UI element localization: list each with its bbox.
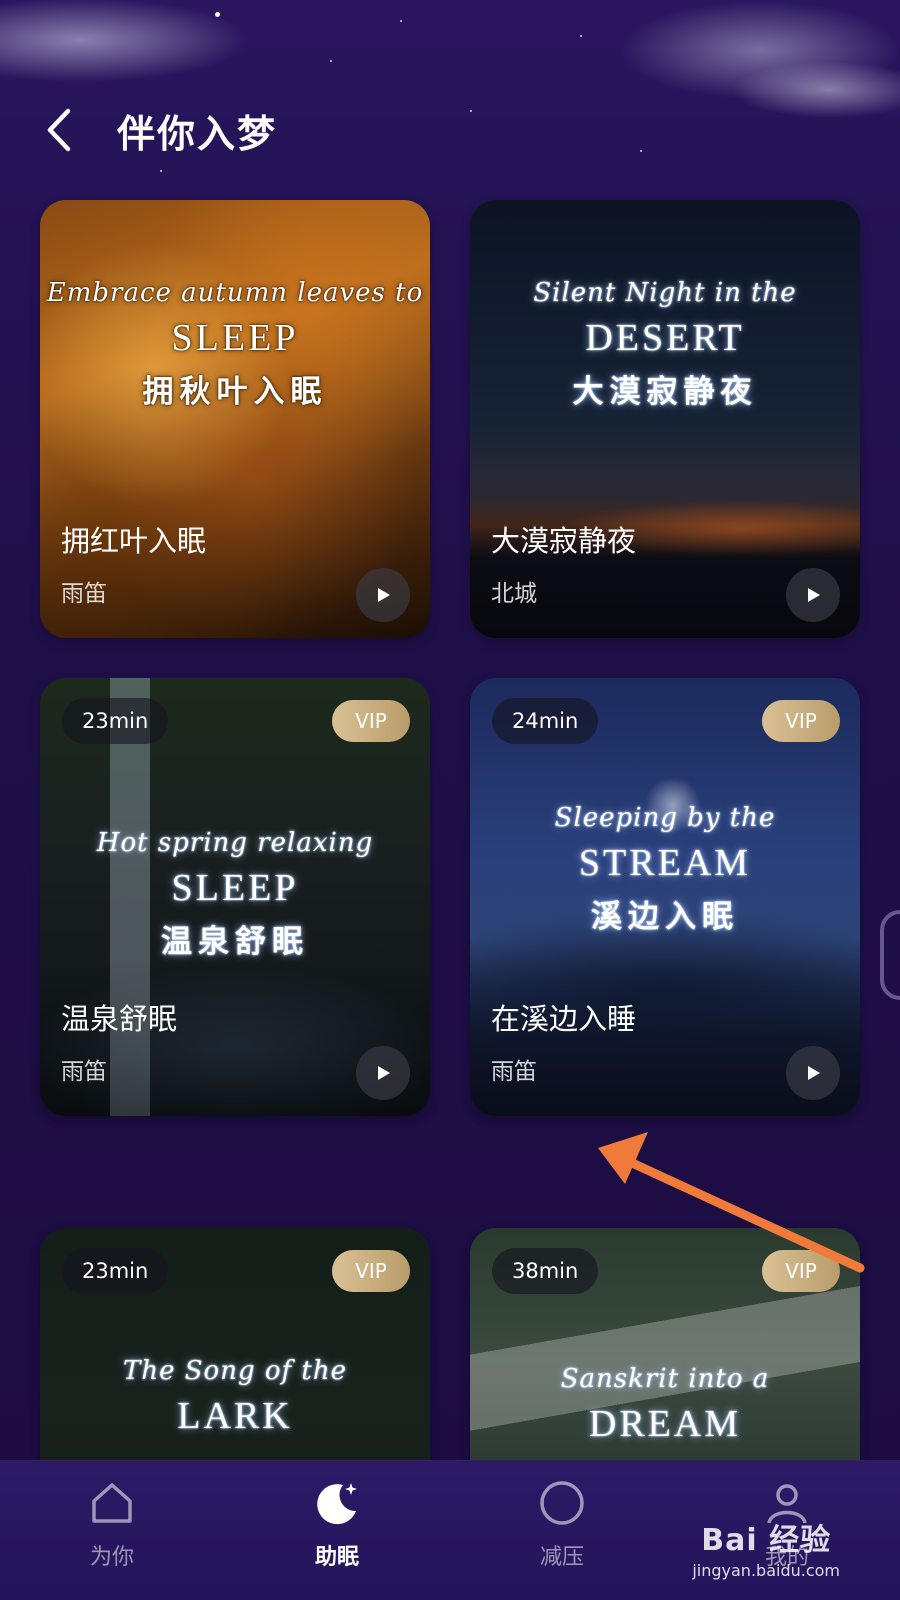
- cover-poster: Sleeping by the STREAM 溪边入眠: [470, 803, 860, 936]
- header: 伴你入梦: [0, 95, 900, 165]
- track-title: 拥红叶入眠: [61, 524, 207, 558]
- star: [330, 60, 332, 62]
- play-icon: [378, 1066, 390, 1080]
- poster-chinese-text: 温泉舒眠: [161, 924, 309, 960]
- tab-label: 助眠: [314, 1545, 359, 1570]
- track-card[interactable]: Silent Night in the DESERT 大漠寂静夜 大漠寂静夜 北…: [470, 200, 860, 638]
- watermark: Bai 经验 jingyan.baidu.com: [692, 1515, 840, 1580]
- play-button[interactable]: [356, 568, 410, 622]
- track-title: 大漠寂静夜: [491, 524, 637, 558]
- tab-stress-relief[interactable]: 减压: [502, 1479, 622, 1571]
- watermark-url: jingyan.baidu.com: [692, 1561, 840, 1580]
- play-icon: [808, 1066, 820, 1080]
- duration-badge: 23min: [62, 698, 169, 744]
- vip-badge: VIP: [762, 1250, 840, 1292]
- track-card[interactable]: 23min VIP Hot spring relaxing SLEEP 温泉舒眠…: [40, 678, 430, 1116]
- track-author: 北城: [491, 581, 537, 607]
- star: [400, 20, 402, 22]
- cover-poster: Hot spring relaxing SLEEP 温泉舒眠: [40, 828, 430, 961]
- star: [215, 12, 220, 17]
- track-author: 雨笛: [491, 1059, 537, 1085]
- poster-script-text: Sanskrit into a: [560, 1364, 770, 1394]
- poster-script-text: Hot spring relaxing: [96, 828, 374, 858]
- play-button[interactable]: [786, 1046, 840, 1100]
- cover-poster: Embrace autumn leaves to SLEEP 拥秋叶入眠: [40, 278, 430, 411]
- track-title: 在溪边入睡: [491, 1002, 637, 1036]
- duration-badge: 23min: [62, 1248, 169, 1294]
- duration-badge: 38min: [492, 1248, 599, 1294]
- poster-chinese-text: 大漠寂静夜: [572, 374, 758, 410]
- poster-big-text: SLEEP: [171, 317, 299, 359]
- tab-for-you[interactable]: 为你: [52, 1479, 172, 1571]
- poster-chinese-text: 拥秋叶入眠: [142, 374, 328, 410]
- track-author: 雨笛: [61, 1059, 107, 1085]
- chevron-left-icon: [47, 108, 71, 152]
- page-title: 伴你入梦: [117, 112, 278, 156]
- track-card[interactable]: 24min VIP Sleeping by the STREAM 溪边入眠 在溪…: [470, 678, 860, 1116]
- vip-badge: VIP: [762, 700, 840, 742]
- poster-script-text: Sleeping by the: [554, 803, 776, 833]
- star: [160, 170, 162, 172]
- watermark-brand: Bai 经验: [701, 1523, 832, 1558]
- play-button[interactable]: [356, 1046, 410, 1100]
- cover-poster: Sanskrit into a DREAM: [470, 1364, 860, 1446]
- back-button[interactable]: [40, 105, 80, 155]
- bottom-tab-bar: 为你 助眠 减压 我的 Bai 经验 jingyan.baidu.com: [0, 1460, 900, 1600]
- vip-badge: VIP: [332, 1250, 410, 1292]
- poster-script-text: Silent Night in the: [533, 278, 797, 308]
- cover-poster: Silent Night in the DESERT 大漠寂静夜: [470, 278, 860, 411]
- poster-chinese-text: 溪边入眠: [591, 899, 739, 935]
- duration-badge: 24min: [492, 698, 599, 744]
- poster-big-text: DESERT: [585, 317, 745, 359]
- moon-icon: [317, 1483, 357, 1525]
- cover-poster: The Song of the LARK: [40, 1356, 430, 1438]
- tab-sleep-aid[interactable]: 助眠: [277, 1479, 397, 1571]
- track-author: 雨笛: [61, 581, 107, 607]
- poster-big-text: DREAM: [588, 1403, 742, 1445]
- poster-script-text: Embrace autumn leaves to: [46, 278, 424, 308]
- tab-label: 为你: [89, 1545, 134, 1570]
- vip-badge: VIP: [332, 700, 410, 742]
- star: [580, 35, 582, 37]
- circle-icon: [540, 1481, 584, 1525]
- poster-big-text: SLEEP: [171, 867, 299, 909]
- poster-big-text: STREAM: [578, 842, 752, 884]
- track-card[interactable]: Embrace autumn leaves to SLEEP 拥秋叶入眠 拥红叶…: [40, 200, 430, 638]
- tab-label: 减压: [539, 1545, 584, 1570]
- home-icon: [92, 1483, 132, 1523]
- play-button[interactable]: [786, 568, 840, 622]
- edge-swipe-handle[interactable]: [880, 910, 900, 1000]
- poster-big-text: LARK: [177, 1395, 293, 1437]
- track-title: 温泉舒眠: [61, 1002, 178, 1036]
- play-icon: [808, 588, 820, 602]
- play-icon: [378, 588, 390, 602]
- poster-script-text: The Song of the: [123, 1356, 347, 1386]
